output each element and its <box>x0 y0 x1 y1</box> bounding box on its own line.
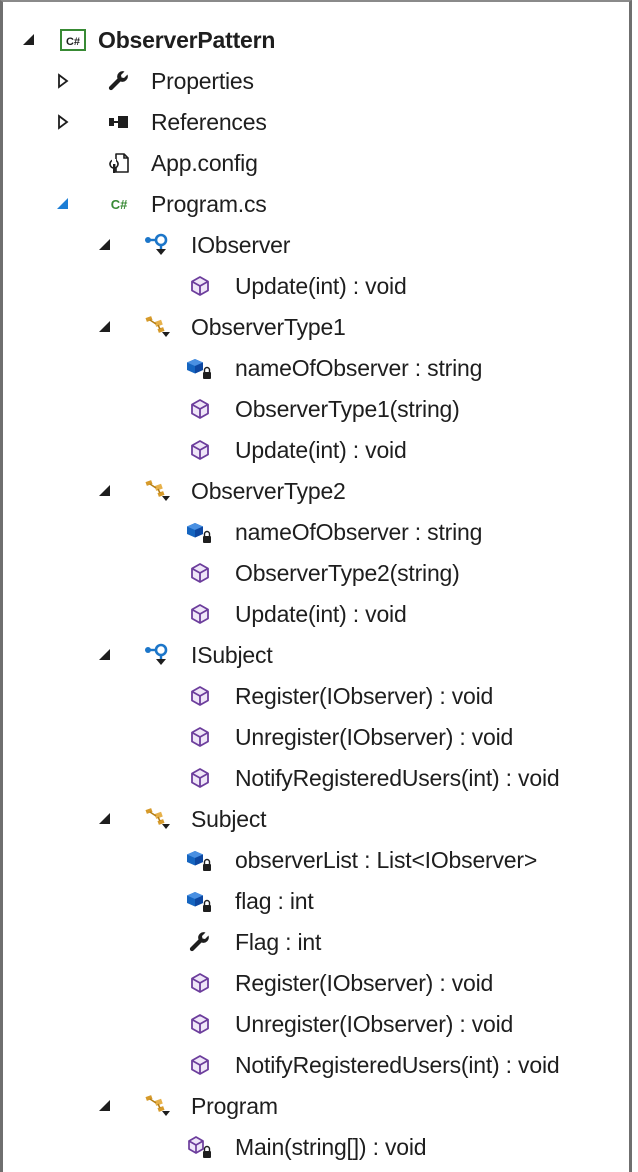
tree-node-member[interactable]: Update(int) : void <box>3 266 635 307</box>
member-label: Main(string[]) : void <box>235 1134 427 1160</box>
csharp-file-icon <box>105 190 133 218</box>
member-label: ObserverType2(string) <box>235 560 460 586</box>
references-label: References <box>151 109 267 135</box>
tree-node-member[interactable]: observerList : List<IObserver> <box>3 840 635 881</box>
tree-node-member[interactable]: nameOfObserver : string <box>3 512 635 553</box>
interface-icon <box>143 641 171 669</box>
property-icon <box>186 928 214 956</box>
member-label: NotifyRegisteredUsers(int) : void <box>235 1052 560 1078</box>
tree-node-iobserver[interactable]: IObserver <box>3 225 635 266</box>
tree-node-member[interactable]: Update(int) : void <box>3 594 635 635</box>
tree-node-isubject[interactable]: ISubject <box>3 635 635 676</box>
member-label: Unregister(IObserver) : void <box>235 1011 514 1037</box>
tree-node-member[interactable]: Main(string[]) : void <box>3 1127 635 1168</box>
tree-node-member[interactable]: NotifyRegisteredUsers(int) : void <box>3 758 635 799</box>
type-label: Program <box>191 1093 278 1119</box>
tree-node-program[interactable]: Program <box>3 1086 635 1127</box>
method-icon <box>186 764 214 792</box>
tree-node-program-cs[interactable]: Program.cs <box>3 184 635 225</box>
member-label: Register(IObserver) : void <box>235 970 494 996</box>
tree-node-member[interactable]: Update(int) : void <box>3 430 635 471</box>
member-label: Update(int) : void <box>235 437 407 463</box>
member-label: Unregister(IObserver) : void <box>235 724 514 750</box>
method-icon <box>186 723 214 751</box>
expander-expanded-icon[interactable] <box>97 483 113 499</box>
expander-collapsed-icon[interactable] <box>55 73 71 89</box>
method-icon <box>186 1051 214 1079</box>
tree-node-member[interactable]: NotifyRegisteredUsers(int) : void <box>3 1045 635 1086</box>
solution-tree: ObserverPattern Properties References Ap… <box>3 20 635 1168</box>
private-field-icon <box>185 846 213 874</box>
member-label: observerList : List<IObserver> <box>235 847 538 873</box>
expander-expanded-icon[interactable] <box>97 1098 113 1114</box>
solution-explorer-panel: ObserverPattern Properties References Ap… <box>0 0 632 1172</box>
app-config-label: App.config <box>151 150 258 176</box>
tree-node-member[interactable]: ObserverType2(string) <box>3 553 635 594</box>
tree-node-member[interactable]: Flag : int <box>3 922 635 963</box>
method-icon <box>186 1010 214 1038</box>
interface-icon <box>143 231 171 259</box>
tree-node-member[interactable]: ObserverType1(string) <box>3 389 635 430</box>
tree-node-references[interactable]: References <box>3 102 635 143</box>
member-label: Flag : int <box>235 929 322 955</box>
type-label: ISubject <box>191 642 273 668</box>
tree-node-member[interactable]: flag : int <box>3 881 635 922</box>
tree-node-member[interactable]: Register(IObserver) : void <box>3 963 635 1004</box>
tree-node-subject[interactable]: Subject <box>3 799 635 840</box>
method-icon <box>186 682 214 710</box>
tree-node-properties[interactable]: Properties <box>3 61 635 102</box>
method-icon <box>186 600 214 628</box>
program-cs-label: Program.cs <box>151 191 267 217</box>
member-label: nameOfObserver : string <box>235 519 483 545</box>
expander-collapsed-icon[interactable] <box>55 114 71 130</box>
private-method-icon <box>185 1133 213 1161</box>
method-icon <box>186 969 214 997</box>
class-icon <box>143 477 171 505</box>
expander-expanded-icon[interactable] <box>21 32 37 48</box>
method-icon <box>186 272 214 300</box>
expander-expanded-icon[interactable] <box>97 319 113 335</box>
private-field-icon <box>185 887 213 915</box>
member-label: ObserverType1(string) <box>235 396 460 422</box>
tree-node-member[interactable]: Unregister(IObserver) : void <box>3 717 635 758</box>
member-label: nameOfObserver : string <box>235 355 483 381</box>
method-icon <box>186 559 214 587</box>
class-icon <box>143 313 171 341</box>
member-label: Update(int) : void <box>235 601 407 627</box>
type-label: ObserverType2 <box>191 478 346 504</box>
csharp-project-icon <box>59 26 87 54</box>
member-label: Register(IObserver) : void <box>235 683 494 709</box>
class-icon <box>143 1092 171 1120</box>
expander-expanded-icon[interactable] <box>55 196 71 212</box>
tree-node-app-config[interactable]: App.config <box>3 143 635 184</box>
private-field-icon <box>185 518 213 546</box>
method-icon <box>186 395 214 423</box>
tree-node-observertype1[interactable]: ObserverType1 <box>3 307 635 348</box>
member-label: flag : int <box>235 888 314 914</box>
tree-node-project[interactable]: ObserverPattern <box>3 20 635 61</box>
type-label: ObserverType1 <box>191 314 346 340</box>
references-icon <box>105 108 133 136</box>
properties-label: Properties <box>151 68 254 94</box>
private-field-icon <box>185 354 213 382</box>
tree-node-member[interactable]: Unregister(IObserver) : void <box>3 1004 635 1045</box>
expander-expanded-icon[interactable] <box>97 811 113 827</box>
method-icon <box>186 436 214 464</box>
wrench-icon <box>105 67 133 95</box>
type-label: IObserver <box>191 232 291 258</box>
expander-expanded-icon[interactable] <box>97 647 113 663</box>
type-label: Subject <box>191 806 267 832</box>
member-label: NotifyRegisteredUsers(int) : void <box>235 765 560 791</box>
expander-expanded-icon[interactable] <box>97 237 113 253</box>
tree-node-observertype2[interactable]: ObserverType2 <box>3 471 635 512</box>
tree-node-member[interactable]: nameOfObserver : string <box>3 348 635 389</box>
tree-node-member[interactable]: Register(IObserver) : void <box>3 676 635 717</box>
class-icon <box>143 805 171 833</box>
config-file-icon <box>105 149 133 177</box>
project-label: ObserverPattern <box>98 27 276 53</box>
member-label: Update(int) : void <box>235 273 407 299</box>
